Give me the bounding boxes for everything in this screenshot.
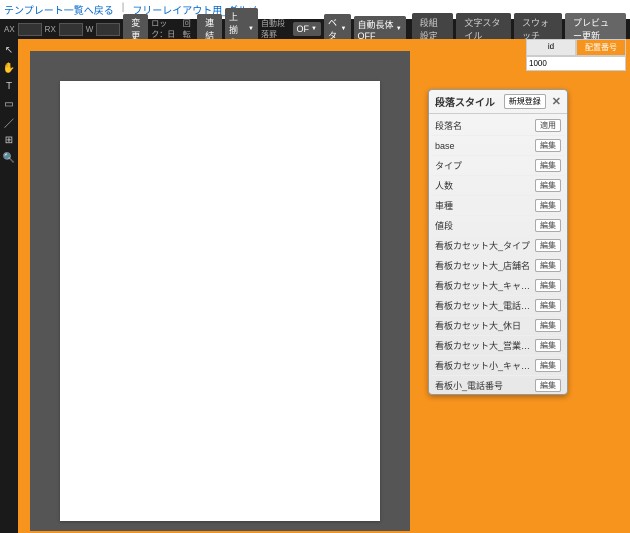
right-tab-id[interactable]: id (526, 39, 576, 56)
style-row[interactable]: 看板カセット大_店舗名編集 (431, 256, 565, 276)
style-row[interactable]: 看板カセット大_キャッチコピー編集 (431, 276, 565, 296)
edit-button[interactable]: 編集 (535, 339, 561, 352)
panel-header[interactable]: 段落スタイル 新規登録 ✕ (429, 90, 567, 114)
style-row[interactable]: 看板カセット大_電話番号編集 (431, 296, 565, 316)
style-row[interactable]: 値段編集 (431, 216, 565, 236)
style-row[interactable]: 車種編集 (431, 196, 565, 216)
off-dropdown[interactable]: OF (293, 22, 321, 36)
panel-title: 段落スタイル (435, 94, 504, 109)
rx-input[interactable] (59, 23, 83, 36)
style-name: 看板カセット小_キャッチコピー (435, 359, 535, 372)
style-name: 車種 (435, 199, 535, 212)
ax-input[interactable] (18, 23, 42, 36)
style-name: 人数 (435, 179, 535, 192)
w-input[interactable] (96, 23, 120, 36)
edit-button[interactable]: 編集 (535, 139, 561, 152)
line-tool[interactable]: ／ (1, 114, 17, 130)
style-row[interactable]: 看板小_電話番号編集 (431, 376, 565, 394)
style-row[interactable]: 看板カセット小_キャッチコピー編集 (431, 356, 565, 376)
edit-button[interactable]: 編集 (535, 219, 561, 232)
edit-button[interactable]: 編集 (535, 379, 561, 392)
style-row[interactable]: 看板カセット大_営業時間編集 (431, 336, 565, 356)
style-row[interactable]: タイプ編集 (431, 156, 565, 176)
apply-button[interactable]: 適用 (535, 119, 561, 132)
edit-button[interactable]: 編集 (535, 299, 561, 312)
w-label: W (86, 25, 94, 34)
grid-tool[interactable]: ⊞ (1, 132, 17, 148)
lock-label: ロック：日 (151, 18, 180, 40)
autohyphen-label: 自動段落罫 (261, 18, 290, 40)
style-name: 看板カセット大_営業時間 (435, 339, 535, 352)
tool-sidebar: ↖ ✋ T ▭ ／ ⊞ 🔍 (0, 39, 18, 533)
style-name: タイプ (435, 159, 535, 172)
edit-button[interactable]: 編集 (535, 179, 561, 192)
style-name: 看板カセット大_タイプ (435, 239, 535, 252)
ax-label: AX (4, 25, 15, 34)
style-name: 看板カセット大_キャッチコピー (435, 279, 535, 292)
style-row[interactable]: 看板カセット大_休日編集 (431, 316, 565, 336)
edit-button[interactable]: 編集 (535, 199, 561, 212)
style-row[interactable]: base編集 (431, 136, 565, 156)
edit-button[interactable]: 編集 (535, 239, 561, 252)
canvas-area: id 配置番号 1000 段落スタイル 新規登録 ✕ 段落名適用base編集タイ… (18, 39, 630, 533)
style-row[interactable]: 看板カセット大_タイプ編集 (431, 236, 565, 256)
rect-tool[interactable]: ▭ (1, 96, 17, 112)
style-row[interactable]: 人数編集 (431, 176, 565, 196)
style-name: 看板カセット大_電話番号 (435, 299, 535, 312)
style-name: 看板カセット大_休日 (435, 319, 535, 332)
panel-body[interactable]: 段落名適用base編集タイプ編集人数編集車種編集値段編集看板カセット大_タイプ編… (429, 114, 567, 394)
edit-button[interactable]: 編集 (535, 259, 561, 272)
rx-label: RX (45, 25, 56, 34)
style-name: base (435, 141, 535, 151)
main-area: ↖ ✋ T ▭ ／ ⊞ 🔍 id 配置番号 1000 段落スタイル 新規登録 ✕… (0, 39, 630, 533)
edit-button[interactable]: 編集 (535, 279, 561, 292)
back-link[interactable]: テンプレート一覧へ戻る (4, 2, 114, 17)
right-inspector: id 配置番号 1000 (526, 39, 626, 71)
rotate-label: 回転 (183, 18, 194, 40)
right-tab-placement[interactable]: 配置番号 (576, 39, 626, 56)
main-toolbar: AX RX W 変更 ロック：日 回転 連結 上揃え 自動段落罫 OF ベタ 自… (0, 19, 630, 39)
zoom-tool[interactable]: 🔍 (1, 150, 17, 166)
right-inspector-body: 1000 (526, 56, 626, 71)
edit-button[interactable]: 編集 (535, 159, 561, 172)
new-style-button[interactable]: 新規登録 (504, 94, 546, 109)
style-name: 値段 (435, 219, 535, 232)
select-tool[interactable]: ↖ (1, 42, 17, 58)
style-name: 看板小_電話番号 (435, 379, 535, 392)
paragraph-style-panel: 段落スタイル 新規登録 ✕ 段落名適用base編集タイプ編集人数編集車種編集値段… (428, 89, 568, 395)
document-page[interactable] (60, 81, 380, 521)
style-row[interactable]: 段落名適用 (431, 116, 565, 136)
style-name: 看板カセット大_店舗名 (435, 259, 535, 272)
close-icon[interactable]: ✕ (552, 95, 561, 108)
canvas-pasteboard (30, 51, 410, 531)
text-tool[interactable]: T (1, 78, 17, 94)
edit-button[interactable]: 編集 (535, 359, 561, 372)
edit-button[interactable]: 編集 (535, 319, 561, 332)
hand-tool[interactable]: ✋ (1, 60, 17, 76)
style-name: 段落名 (435, 119, 535, 132)
